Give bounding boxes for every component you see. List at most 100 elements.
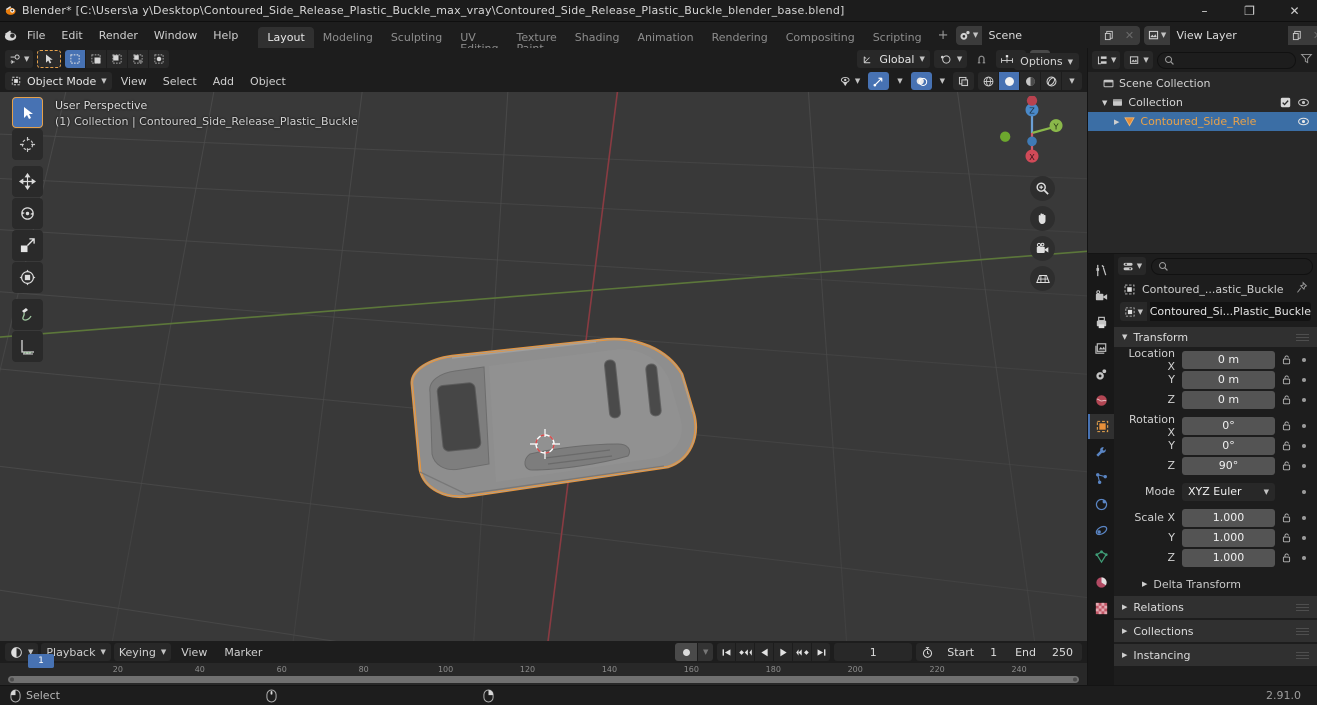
snap-magnet-button[interactable] bbox=[971, 50, 992, 68]
properties-search-input[interactable] bbox=[1151, 258, 1313, 275]
disclosure-triangle-icon[interactable]: ▶ bbox=[1122, 603, 1127, 611]
lock-icon[interactable] bbox=[1279, 532, 1293, 543]
rotate-tool-button[interactable] bbox=[12, 198, 43, 229]
tab-compositing[interactable]: Compositing bbox=[777, 27, 864, 48]
play-button[interactable] bbox=[774, 643, 792, 661]
particles-tab[interactable] bbox=[1088, 466, 1114, 491]
end-frame-field[interactable]: End 250 bbox=[1006, 643, 1082, 661]
outliner-row-scene-collection[interactable]: Scene Collection bbox=[1088, 74, 1317, 93]
outliner-tree[interactable]: Scene Collection ▼ Collection ▶ bbox=[1088, 72, 1317, 253]
gizmo-toggle-button[interactable] bbox=[868, 72, 889, 90]
rendered-shading-button[interactable] bbox=[1041, 72, 1061, 90]
lock-icon[interactable] bbox=[1279, 552, 1293, 563]
world-tab[interactable] bbox=[1088, 388, 1114, 413]
collections-panel[interactable]: ▶ Collections bbox=[1114, 620, 1317, 642]
texture-tab[interactable] bbox=[1088, 596, 1114, 621]
lock-icon[interactable] bbox=[1279, 512, 1293, 523]
scene-name[interactable]: Scene bbox=[982, 26, 1100, 45]
view-layer-tab[interactable] bbox=[1088, 336, 1114, 361]
active-tool-indicator[interactable] bbox=[37, 50, 61, 68]
select-extend-button[interactable] bbox=[86, 50, 106, 68]
viewport-menu-object[interactable]: Object bbox=[243, 73, 293, 90]
output-tab[interactable] bbox=[1088, 310, 1114, 335]
transform-orientation-dropdown[interactable]: Global ▼ bbox=[857, 50, 929, 68]
tab-layout[interactable]: Layout bbox=[258, 27, 313, 48]
object-tab[interactable] bbox=[1088, 414, 1114, 439]
scale-x-field[interactable]: 1.000 bbox=[1182, 509, 1275, 527]
material-tab[interactable] bbox=[1088, 570, 1114, 595]
tab-texture-paint[interactable]: Texture Paint bbox=[508, 27, 566, 48]
animate-property-dot[interactable] bbox=[1297, 516, 1311, 520]
menu-file[interactable]: File bbox=[19, 26, 53, 45]
animate-property-dot[interactable] bbox=[1297, 398, 1311, 402]
select-set-button[interactable] bbox=[65, 50, 85, 68]
add-workspace-button[interactable]: + bbox=[931, 26, 956, 45]
tab-uv-editing[interactable]: UV Editing bbox=[451, 27, 507, 48]
annotate-tool-button[interactable] bbox=[12, 299, 43, 330]
view-layer-name[interactable]: View Layer bbox=[1170, 26, 1288, 45]
scene-tab[interactable] bbox=[1088, 362, 1114, 387]
playhead[interactable]: 1 bbox=[28, 654, 54, 668]
eye-icon[interactable] bbox=[1297, 97, 1310, 108]
constraints-tab[interactable] bbox=[1088, 518, 1114, 543]
maximize-button[interactable]: ❐ bbox=[1227, 0, 1272, 22]
animate-property-dot[interactable] bbox=[1297, 556, 1311, 560]
view-layer-selector[interactable]: ▼ View Layer ✕ bbox=[1144, 26, 1317, 45]
play-reverse-button[interactable] bbox=[755, 643, 773, 661]
outliner-row-buckle-object[interactable]: ▶ Contoured_Side_Rele bbox=[1088, 112, 1317, 131]
lock-icon[interactable] bbox=[1279, 374, 1293, 385]
outliner-filter-icon[interactable] bbox=[1300, 52, 1313, 68]
previous-keyframe-button[interactable] bbox=[736, 643, 754, 661]
pan-hand-icon[interactable] bbox=[1030, 206, 1055, 231]
animate-property-dot[interactable] bbox=[1297, 378, 1311, 382]
data-tab[interactable] bbox=[1088, 544, 1114, 569]
buckle-3d-object[interactable] bbox=[0, 92, 1087, 641]
animate-property-dot[interactable] bbox=[1297, 424, 1311, 428]
auto-keying-dropdown[interactable]: ▼ bbox=[698, 643, 713, 661]
pivot-point-dropdown[interactable]: ▼ bbox=[934, 50, 967, 68]
auto-keying-button[interactable] bbox=[675, 643, 697, 661]
transform-tool-button[interactable] bbox=[12, 262, 43, 293]
render-tab[interactable] bbox=[1088, 284, 1114, 309]
object-mode-dropdown[interactable]: Object Mode ▼ bbox=[5, 72, 112, 90]
modifier-tab[interactable] bbox=[1088, 440, 1114, 465]
rotation-z-field[interactable]: 90° bbox=[1182, 457, 1275, 475]
keying-dropdown[interactable]: Keying ▼ bbox=[114, 643, 171, 661]
tab-animation[interactable]: Animation bbox=[628, 27, 702, 48]
camera-view-icon[interactable] bbox=[1030, 236, 1055, 261]
menu-render[interactable]: Render bbox=[91, 26, 146, 45]
scale-y-field[interactable]: 1.000 bbox=[1182, 529, 1275, 547]
tool-tab[interactable] bbox=[1088, 258, 1114, 283]
disclosure-triangle-icon[interactable]: ▶ bbox=[1142, 580, 1147, 588]
select-subtract-button[interactable] bbox=[107, 50, 127, 68]
navigation-gizmo[interactable]: Z Y X bbox=[995, 96, 1069, 170]
outliner-editor-type-button[interactable]: ▼ bbox=[1092, 51, 1120, 69]
select-difference-button[interactable] bbox=[149, 50, 169, 68]
location-z-field[interactable]: 0 m bbox=[1182, 391, 1275, 409]
lock-icon[interactable] bbox=[1279, 420, 1293, 431]
remove-scene-button[interactable]: ✕ bbox=[1120, 26, 1140, 45]
disclosure-triangle-icon[interactable]: ▼ bbox=[1122, 333, 1127, 341]
menu-help[interactable]: Help bbox=[205, 26, 246, 45]
new-scene-button[interactable] bbox=[1100, 26, 1120, 45]
physics-tab[interactable] bbox=[1088, 492, 1114, 517]
animate-property-dot[interactable] bbox=[1297, 536, 1311, 540]
viewport-menu-select[interactable]: Select bbox=[156, 73, 204, 90]
lock-icon[interactable] bbox=[1279, 394, 1293, 405]
timeline-menu-marker[interactable]: Marker bbox=[217, 644, 269, 661]
blender-menu-icon[interactable] bbox=[4, 22, 19, 48]
scene-selector[interactable]: ▼ Scene ✕ bbox=[956, 26, 1140, 45]
viewport-menu-add[interactable]: Add bbox=[206, 73, 241, 90]
wireframe-shading-button[interactable] bbox=[978, 72, 998, 90]
eye-icon[interactable] bbox=[1297, 116, 1310, 127]
rotation-x-field[interactable]: 0° bbox=[1182, 417, 1275, 435]
measure-tool-button[interactable] bbox=[12, 331, 43, 362]
tab-modeling[interactable]: Modeling bbox=[314, 27, 382, 48]
start-frame-field[interactable]: Start 1 bbox=[938, 643, 1006, 661]
rotation-y-field[interactable]: 0° bbox=[1182, 437, 1275, 455]
move-tool-button[interactable] bbox=[12, 166, 43, 197]
instancing-panel[interactable]: ▶ Instancing bbox=[1114, 644, 1317, 666]
timeline-menu-view[interactable]: View bbox=[174, 644, 214, 661]
jump-to-start-button[interactable] bbox=[717, 643, 735, 661]
shading-dropdown[interactable]: ▼ bbox=[1062, 72, 1082, 90]
